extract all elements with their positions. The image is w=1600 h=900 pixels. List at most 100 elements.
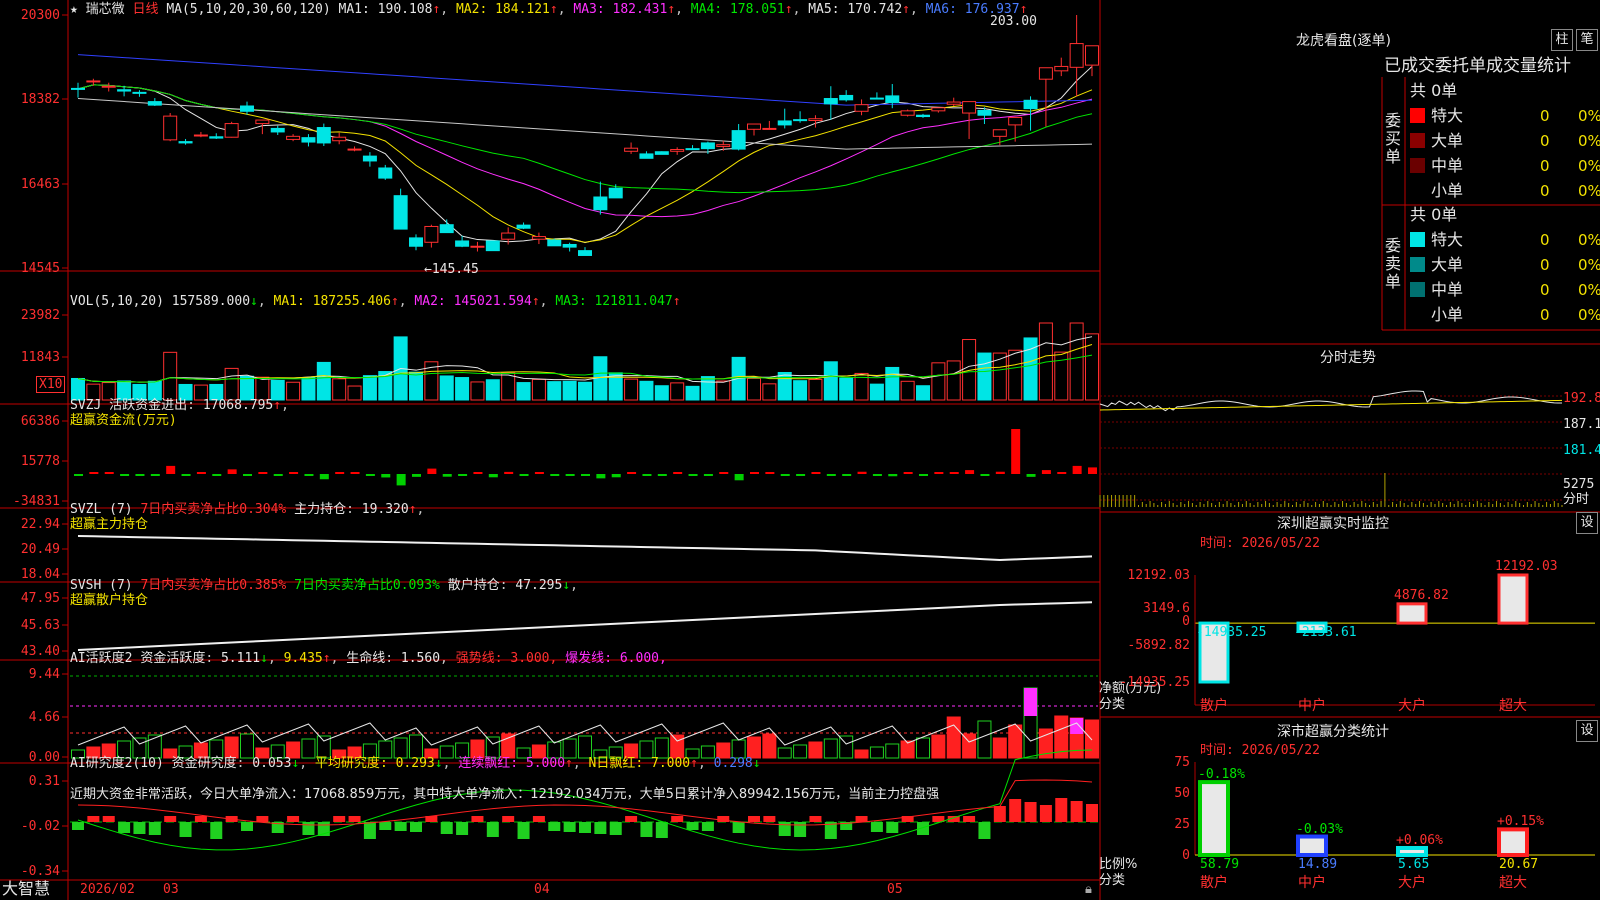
ai2-bar <box>640 822 653 837</box>
ai2-bar <box>1055 798 1068 822</box>
volume-bar <box>439 375 454 401</box>
sell-row-2: 中单 <box>1410 281 1463 299</box>
x-label-0: 2026/02 <box>80 882 135 897</box>
ai1-bar <box>946 716 961 759</box>
cl-tick-1: 50 <box>1174 786 1190 801</box>
flow-bar <box>1072 465 1082 474</box>
volume-bar <box>700 376 715 401</box>
ai1-bar <box>793 744 808 759</box>
flow-bar <box>227 469 237 474</box>
ai2-bar <box>1009 799 1022 822</box>
buy-pct-1: 0% <box>1578 132 1600 150</box>
ai2-bar <box>809 816 822 822</box>
flow-bar <box>688 474 698 476</box>
volume-bar <box>362 375 377 401</box>
flow-bar <box>104 472 114 474</box>
ai2-bar <box>287 816 300 822</box>
candle <box>378 167 393 179</box>
candle <box>224 123 239 138</box>
candle <box>1023 99 1038 110</box>
fs-tick-0: 192.8 <box>1563 391 1600 406</box>
candle <box>639 153 654 159</box>
candle <box>916 114 930 118</box>
flow-bar <box>335 472 345 474</box>
candle <box>101 85 116 88</box>
volume-bar <box>485 379 500 401</box>
vol-ma2: MA2: 145021.594↑ <box>414 294 540 309</box>
buy-row-1: 大单 <box>1410 132 1463 150</box>
ai1-bar <box>777 747 792 759</box>
price-tick-2: 16463 <box>20 177 60 192</box>
ai1-bar <box>977 720 992 759</box>
ai1-bar <box>409 734 423 759</box>
sell-side-label: 委卖单 <box>1385 236 1402 291</box>
cl-title: 深市超赢分类统计 <box>1277 724 1389 740</box>
svsh-tick-0: 47.95 <box>20 591 60 606</box>
sell-pct-0: 0% <box>1578 231 1600 249</box>
flow-bar <box>427 468 437 474</box>
ai2-bar <box>870 822 883 832</box>
volume-bar <box>255 376 270 401</box>
bar-mode-button[interactable]: 柱 <box>1551 29 1573 51</box>
ai2-bar <box>594 822 607 834</box>
sz-bar-3 <box>1497 573 1529 625</box>
lock-icon[interactable]: 🔒︎ <box>1085 882 1092 897</box>
ai1-bar <box>578 735 592 759</box>
ai2-bar <box>671 816 684 822</box>
flow-bar <box>504 471 514 474</box>
volume-bar <box>931 362 946 401</box>
ai2-bar <box>1086 804 1098 822</box>
ai2-bar <box>164 816 177 822</box>
sz-settings-button[interactable]: 设 <box>1576 512 1598 534</box>
ai2-bar <box>963 816 976 822</box>
flow-bar <box>780 474 790 476</box>
volume-bar <box>716 380 731 401</box>
brand-logo: 大智慧 <box>2 879 51 898</box>
ai2-bar <box>701 822 714 831</box>
ai2-bar <box>794 822 807 837</box>
ai1-tick-1: 4.66 <box>28 710 60 725</box>
volume-bar <box>547 381 562 401</box>
flow-bar <box>719 472 729 474</box>
cl-bar-2 <box>1396 845 1428 858</box>
cl-cat-2: 大户 <box>1398 875 1426 891</box>
ai2-bar <box>655 822 668 838</box>
tick-mode-button[interactable]: 笔 <box>1576 29 1598 51</box>
ai1-bar <box>885 743 900 759</box>
candle <box>531 236 546 240</box>
volume-bar <box>762 383 777 401</box>
candle <box>362 155 377 162</box>
flow-bar <box>734 474 744 481</box>
candle <box>885 95 900 103</box>
candle <box>931 107 946 112</box>
buy-val-1: 0 <box>1540 132 1550 150</box>
volume-bar <box>332 378 347 401</box>
volume-bar <box>685 385 700 401</box>
candle <box>316 127 331 144</box>
sz-xlabel: 分类 <box>1099 697 1126 712</box>
ai2-bar <box>102 816 115 822</box>
flow-bar <box>273 474 283 476</box>
flow-bar <box>765 472 775 474</box>
ai2-tick-1: -0.02 <box>20 819 60 834</box>
flow-bar <box>258 472 268 474</box>
buy-side-label: 委买单 <box>1385 111 1402 166</box>
flow-bar <box>166 465 176 474</box>
sell-row-0: 特大 <box>1410 231 1463 249</box>
cl-settings-button[interactable]: 设 <box>1576 720 1598 742</box>
cl-value-3: 20.67 <box>1499 857 1539 872</box>
buy-row-2: 中单 <box>1410 157 1463 175</box>
flow-bar <box>796 474 806 476</box>
sell-row-1: 大单 <box>1410 256 1463 274</box>
ai2-bar <box>118 822 131 833</box>
stock-name[interactable]: ★ 瑞芯微 <box>70 2 125 17</box>
volume-bar <box>240 375 254 401</box>
candle <box>777 120 792 126</box>
flow-bar <box>1011 429 1021 474</box>
svzj-header: SVZJ 活跃资金进出: 17068.795↑, 超赢资金流(万元) <box>70 398 289 428</box>
cl-cat-1: 中户 <box>1298 875 1326 891</box>
volume-bar <box>900 380 915 401</box>
period-label[interactable]: 日线 <box>132 2 158 17</box>
fs-tick-2: 181.4 <box>1563 443 1600 458</box>
flow-bar <box>458 474 468 476</box>
